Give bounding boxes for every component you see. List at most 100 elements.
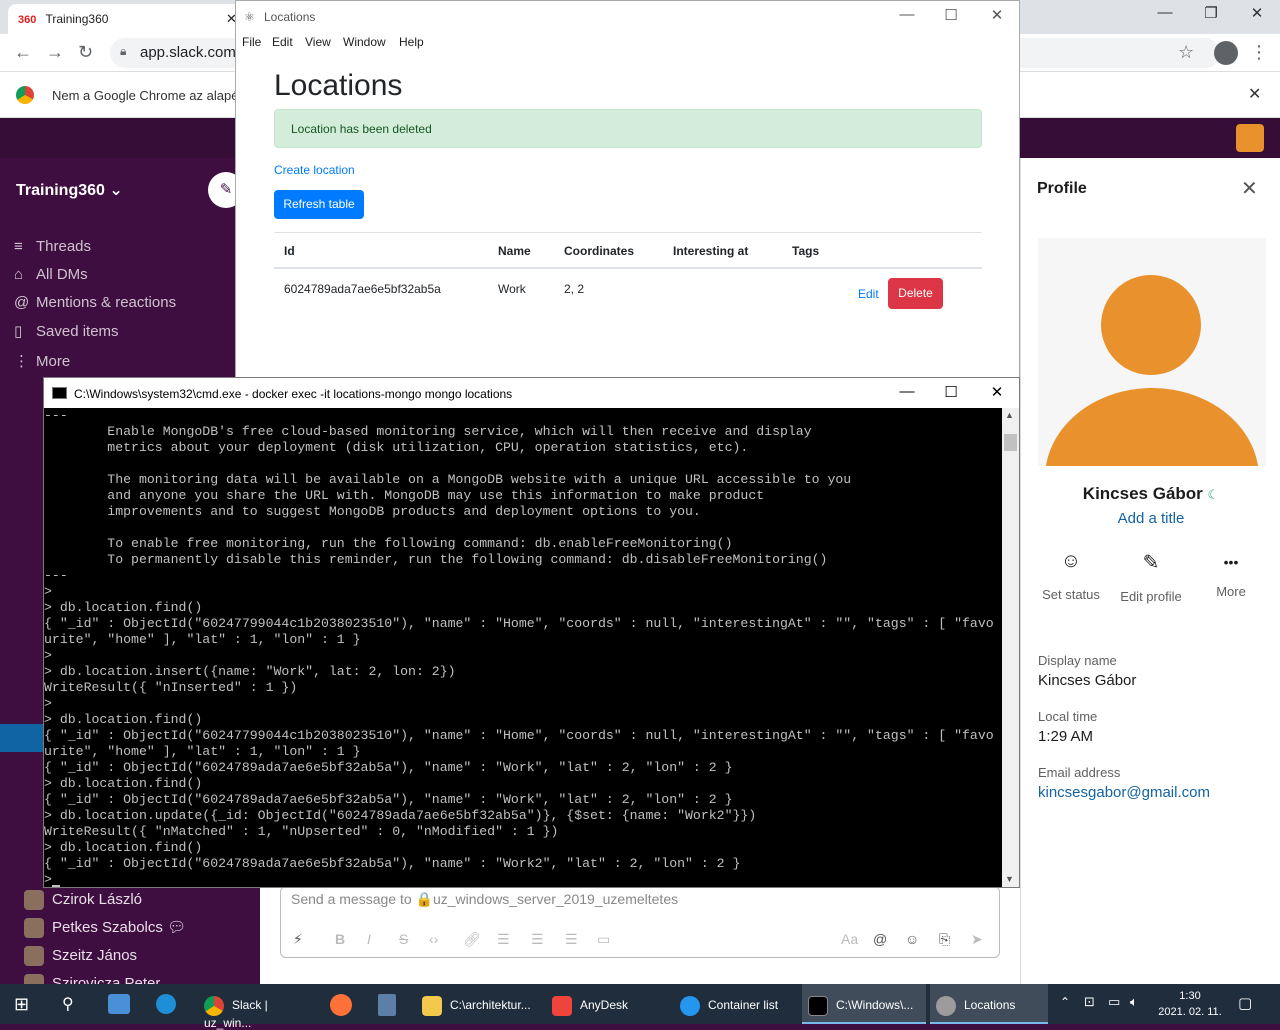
console-line: > db.location.find() — [44, 600, 203, 615]
console-line: > db.location.find() — [44, 776, 203, 791]
quote-icon[interactable]: ☰ — [565, 931, 578, 948]
explorer-pinned-icon[interactable] — [108, 994, 130, 1014]
close-icon[interactable]: ✕ — [974, 6, 1020, 24]
taskbar-item-cmd[interactable]: C:\Windows\... — [802, 984, 926, 1024]
console-line: improvements and to suggest MongoDB prod… — [44, 504, 701, 519]
notifications-icon[interactable]: ▢ — [1238, 994, 1252, 1012]
display-icon[interactable]: ▭ — [1108, 994, 1120, 1010]
maximize-icon[interactable]: ❐ — [1188, 4, 1234, 22]
taskbar-item-anydesk[interactable]: AnyDesk — [546, 984, 670, 1024]
menu-file[interactable]: File — [242, 35, 261, 49]
menu-help[interactable]: Help — [399, 35, 424, 49]
console-line: --- — [44, 568, 68, 583]
taskbar-item-container-list[interactable]: Container list — [674, 984, 798, 1024]
threads-icon: ≡ — [14, 238, 23, 255]
scrollbar-thumb[interactable] — [1004, 434, 1017, 451]
bullet-list-icon[interactable]: ☰ — [531, 931, 544, 948]
taskbar-item-slack[interactable]: Slack | uz_win... — [198, 984, 318, 1030]
success-alert: Location has been deleted — [274, 109, 982, 148]
taskbar-item-folder[interactable]: C:\architektur... — [416, 984, 540, 1024]
network-icon[interactable]: ⊡ — [1084, 994, 1095, 1010]
back-icon[interactable]: ← — [14, 42, 32, 63]
sidebar-item-mentions[interactable]: @ Mentions & reactions — [14, 294, 176, 311]
scroll-up-icon[interactable]: ▲ — [1005, 410, 1014, 420]
code-icon[interactable]: ‹› — [429, 931, 438, 947]
set-status-button[interactable]: ☺ Set status — [1031, 550, 1111, 602]
minimize-icon[interactable]: — — [884, 383, 930, 400]
sidebar-item-threads[interactable]: ≡ Threads — [14, 238, 91, 255]
electron-icon — [936, 996, 956, 1016]
maximize-icon[interactable]: ☐ — [928, 383, 974, 401]
avatar — [24, 918, 44, 939]
shortcuts-icon[interactable]: ⚡ — [293, 931, 303, 948]
profile-icon[interactable] — [1214, 41, 1238, 65]
volume-icon[interactable]: 🔈︎ — [1130, 994, 1138, 1010]
firefox-icon[interactable] — [330, 994, 352, 1016]
calculator-icon[interactable] — [378, 994, 396, 1016]
maximize-icon[interactable]: ☐ — [928, 6, 974, 24]
add-title-link[interactable]: Add a title — [1021, 510, 1280, 527]
close-icon[interactable]: ✕ — [1241, 176, 1258, 201]
edit-profile-button[interactable]: ✎ Edit profile — [1111, 550, 1191, 604]
italic-icon[interactable]: I — [367, 931, 371, 947]
workspace-name[interactable]: Training360 ⌄ — [16, 180, 123, 200]
email-link[interactable]: kincsesgabor@gmail.com — [1038, 784, 1210, 801]
avatar — [24, 974, 44, 984]
delete-button[interactable]: Delete — [888, 278, 943, 309]
cmd-window: C:\Windows\system32\cmd.exe - docker exe… — [43, 377, 1020, 888]
link-icon[interactable]: 🔗︎ — [463, 931, 481, 948]
scroll-down-icon[interactable]: ▼ — [1005, 874, 1014, 884]
close-icon[interactable]: ✕ — [974, 383, 1020, 401]
text-format-icon[interactable]: Aa — [841, 931, 858, 947]
sidebar-item-saved[interactable]: ▯ Saved items — [14, 322, 119, 340]
dm-item[interactable]: Szirovicza Peter — [24, 974, 160, 984]
ordered-list-icon[interactable]: ☰ — [497, 931, 510, 948]
console-line: metrics about your deployment (disk util… — [44, 440, 749, 455]
minimize-icon[interactable]: — — [884, 6, 930, 23]
console-line: Enable MongoDB's free cloud-based monito… — [44, 424, 812, 439]
console-output[interactable]: --- Enable MongoDB's free cloud-based mo… — [44, 408, 1002, 887]
dm-item[interactable]: Petkes Szabolcs 💬︎ — [24, 918, 186, 939]
menu-edit[interactable]: Edit — [272, 35, 293, 49]
windows-start-icon[interactable]: ⊞ — [14, 994, 29, 1015]
profile-more-button[interactable]: ••• More — [1191, 550, 1271, 599]
sidebar-item-more[interactable]: ⋮ More — [14, 352, 70, 370]
dm-item[interactable]: Czirok László — [24, 890, 142, 910]
close-infobar-icon[interactable]: ✕ — [1248, 84, 1261, 104]
console-line: > db.location.update({_id: ObjectId("602… — [44, 808, 757, 823]
emoji-icon[interactable]: ☺ — [905, 931, 919, 947]
edit-link[interactable]: Edit — [858, 287, 879, 301]
chrome-menu-icon[interactable]: ⋮ — [1250, 42, 1268, 63]
attach-icon[interactable]: ⎘ — [939, 931, 950, 948]
scrollbar[interactable]: ▲ ▼ — [1002, 408, 1019, 887]
menu-window[interactable]: Window — [343, 35, 386, 49]
refresh-table-button[interactable]: Refresh table — [274, 190, 364, 219]
bookmark-star-icon[interactable]: ☆ — [1178, 42, 1194, 63]
infobar-text: Nem a Google Chrome az alapé — [52, 88, 239, 103]
message-composer[interactable]: Send a message to 🔒uz_windows_server_201… — [280, 886, 1000, 958]
avatar — [24, 890, 44, 910]
mention-icon[interactable]: @ — [873, 931, 887, 947]
edge-icon[interactable] — [156, 994, 176, 1014]
taskbar-item-locations[interactable]: Locations — [930, 984, 1048, 1024]
search-icon[interactable]: ⚲ — [62, 994, 74, 1014]
console-line: To permanently disable this reminder, ru… — [44, 552, 828, 567]
sidebar-item-all-dms[interactable]: ⌂ All DMs — [14, 266, 88, 283]
bold-icon[interactable]: B — [335, 931, 345, 947]
create-location-link[interactable]: Create location — [274, 163, 355, 177]
send-icon[interactable]: ➤ — [971, 931, 983, 948]
strike-icon[interactable]: S — [399, 931, 408, 947]
code-block-icon[interactable]: ▭ — [597, 931, 610, 948]
profile-panel: Profile ✕ Kincses Gábor ☾ Add a title ☺ S… — [1020, 158, 1280, 984]
forward-icon[interactable]: → — [46, 42, 64, 63]
chrome-tab[interactable]: 360 Training360 ✕ — [8, 4, 243, 34]
reload-icon[interactable]: ↻ — [78, 42, 93, 63]
close-window-icon[interactable]: ✕ — [1234, 4, 1280, 22]
tray-chevron-icon[interactable]: ⌃ — [1060, 995, 1070, 1009]
user-avatar[interactable] — [1236, 124, 1264, 152]
dm-item[interactable]: Szeitz János — [24, 946, 137, 966]
minimize-icon[interactable]: — — [1142, 4, 1188, 21]
menu-view[interactable]: View — [305, 35, 331, 49]
local-time-value: 1:29 AM — [1038, 728, 1094, 745]
clock[interactable]: 1:30 2021. 02. 11. — [1150, 988, 1230, 1020]
